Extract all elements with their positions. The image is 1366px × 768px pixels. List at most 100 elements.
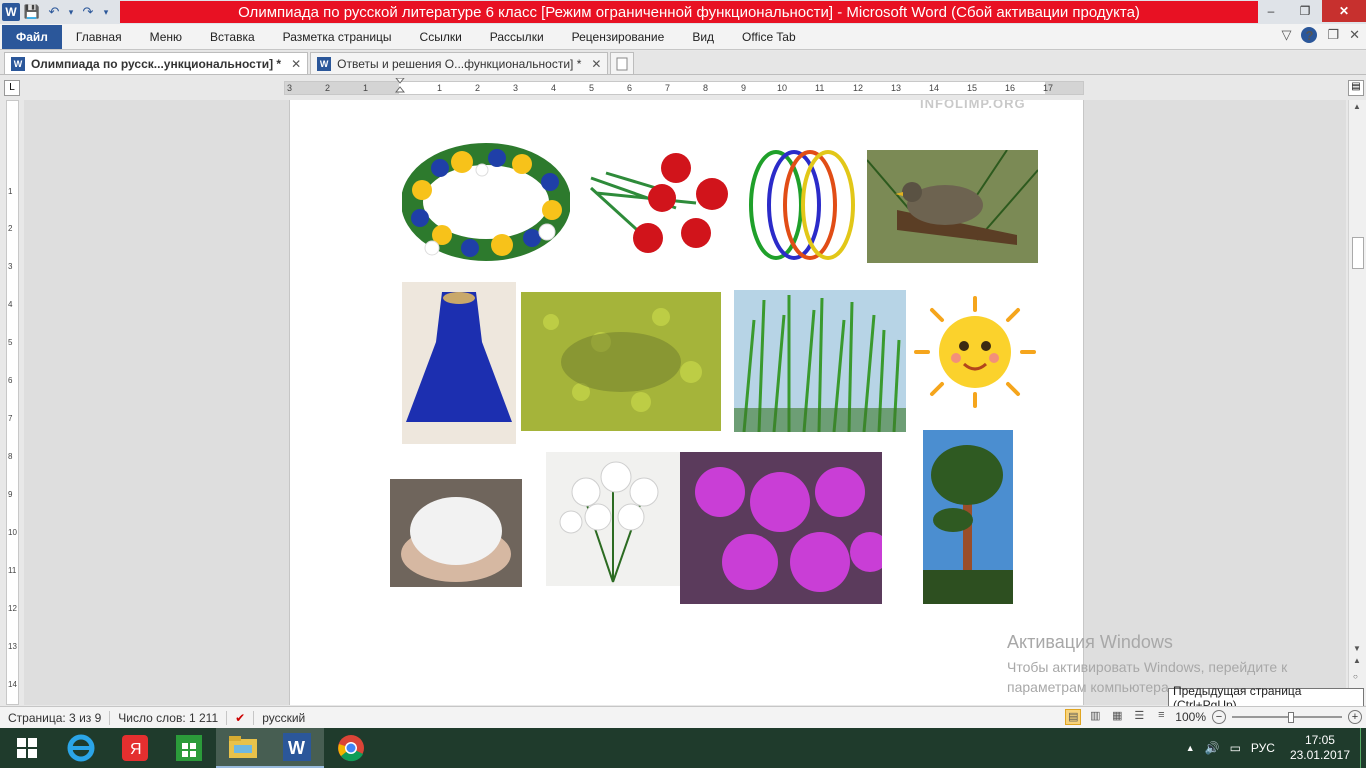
scroll-up-icon[interactable]: ▲ xyxy=(1353,102,1361,111)
vertical-scrollbar[interactable]: ▲ ▼ ▲ ○ ▼ xyxy=(1348,100,1366,705)
word-count[interactable]: Число слов: 1 211 xyxy=(110,711,226,725)
ruler-number: 12 xyxy=(8,604,17,613)
duckweed-pond-image[interactable] xyxy=(521,292,721,431)
reading-mode-icon[interactable]: ▥ xyxy=(1087,709,1103,725)
ruler-number: 3 xyxy=(513,83,519,93)
tab-office-tab[interactable]: Office Tab xyxy=(728,25,810,49)
taskbar: Я W ▲ 🔊 ▭ РУС 17:05 23.01.2017 xyxy=(0,728,1366,768)
lily-bouquet-image[interactable] xyxy=(546,452,680,586)
undo-icon[interactable]: ↶ xyxy=(44,2,64,22)
tab-file[interactable]: Файл xyxy=(2,24,62,49)
zoom-in-button[interactable]: + xyxy=(1348,710,1362,724)
chrome-icon xyxy=(338,735,364,762)
tab-references[interactable]: Ссылки xyxy=(406,25,476,49)
ribbon-tabs: Файл Главная Меню Вставка Разметка стран… xyxy=(0,24,1366,50)
rhododendron-image[interactable] xyxy=(680,452,882,604)
doc-restore-icon[interactable]: ❐ xyxy=(1327,27,1339,43)
tab-mailings[interactable]: Рассылки xyxy=(476,25,558,49)
horizontal-ruler[interactable]: 3 2 1 1 2 3 4 5 6 7 8 9 10 11 12 13 14 1… xyxy=(284,78,1084,98)
ruler-number: 4 xyxy=(551,83,557,93)
close-button[interactable]: ✕ xyxy=(1322,0,1366,22)
taskbar-store[interactable] xyxy=(162,728,216,768)
undo-dropdown-icon[interactable]: ▾ xyxy=(66,2,76,22)
view-ruler-icon[interactable]: ▤ xyxy=(1348,80,1364,96)
redo-icon[interactable]: ↷ xyxy=(78,2,98,22)
proofing-icon[interactable]: ✔ xyxy=(227,711,253,725)
tab-view[interactable]: Вид xyxy=(678,25,728,49)
carnations-image[interactable] xyxy=(586,148,732,260)
pine-tree-image[interactable] xyxy=(923,430,1013,604)
ruler-number: 17 xyxy=(1043,83,1054,93)
customize-qat-icon[interactable]: ▾ xyxy=(100,2,112,22)
word-doc-icon: W xyxy=(317,56,332,71)
print-layout-icon[interactable]: ▤ xyxy=(1065,709,1082,725)
ruler-number: 14 xyxy=(8,680,17,689)
zoom-knob[interactable] xyxy=(1288,712,1294,723)
doc-close-icon[interactable]: ✕ xyxy=(1349,27,1360,43)
svg-text:Я: Я xyxy=(130,741,142,758)
ruler-number: 2 xyxy=(325,83,331,93)
network-icon[interactable]: ▭ xyxy=(1225,741,1246,755)
taskbar-internet-explorer[interactable] xyxy=(54,728,108,768)
blue-dress-image[interactable] xyxy=(402,282,516,444)
tab-page-layout[interactable]: Разметка страницы xyxy=(269,25,406,49)
vertical-ruler[interactable]: 1 2 3 4 5 6 7 8 9 10 11 12 13 14 xyxy=(6,100,19,705)
document-page[interactable]: INFOLIMP.ORG xyxy=(289,100,1084,705)
restore-button[interactable]: ❐ xyxy=(1288,0,1322,22)
taskbar-file-explorer[interactable] xyxy=(216,728,270,768)
start-button[interactable] xyxy=(0,728,54,768)
scroll-down-icon[interactable]: ▼ xyxy=(1353,644,1361,653)
save-icon[interactable]: 💾 xyxy=(22,2,42,22)
web-layout-icon[interactable]: ▦ xyxy=(1109,709,1125,725)
zoom-slider[interactable] xyxy=(1232,709,1342,725)
sun-image[interactable] xyxy=(912,294,1038,410)
show-desktop-button[interactable] xyxy=(1360,728,1366,768)
close-tab-icon[interactable]: ✕ xyxy=(291,57,301,71)
new-tab-button[interactable] xyxy=(610,52,635,74)
taskbar-chrome[interactable] xyxy=(324,728,378,768)
page-count[interactable]: Страница: 3 из 9 xyxy=(0,711,109,725)
word-app-icon[interactable]: W xyxy=(2,3,20,21)
tab-menu[interactable]: Меню xyxy=(136,25,196,49)
show-hidden-icons[interactable]: ▲ xyxy=(1181,743,1200,753)
cuckoo-image[interactable] xyxy=(867,150,1038,263)
previous-page-icon[interactable]: ▲ xyxy=(1353,656,1361,665)
close-tab-icon[interactable]: ✕ xyxy=(591,57,601,71)
ruler-number: 5 xyxy=(589,83,595,93)
store-icon xyxy=(176,735,202,761)
input-language[interactable]: РУС xyxy=(1246,741,1280,755)
zoom-out-button[interactable]: − xyxy=(1212,710,1226,724)
taskbar-word[interactable]: W xyxy=(270,728,324,768)
clock[interactable]: 17:05 23.01.2017 xyxy=(1280,733,1360,763)
taskbar-yandex[interactable]: Я xyxy=(108,728,162,768)
tab-selector[interactable]: L xyxy=(4,80,20,96)
volume-icon[interactable]: 🔊 xyxy=(1200,741,1225,755)
flower-wreath-image[interactable] xyxy=(402,140,570,262)
doc-tab-label: Ответы и решения О...функциональности] * xyxy=(337,56,582,71)
tab-review[interactable]: Рецензирование xyxy=(558,25,679,49)
reeds-image[interactable] xyxy=(734,290,906,432)
minimize-button[interactable]: ‒ xyxy=(1254,0,1288,22)
activation-line1: Чтобы активировать Windows, перейдите к xyxy=(1007,659,1288,675)
language-indicator[interactable]: русский xyxy=(254,711,313,725)
outline-icon[interactable]: ☰ xyxy=(1131,709,1147,725)
tab-home[interactable]: Главная xyxy=(62,25,136,49)
draft-icon[interactable]: ≡ xyxy=(1153,709,1169,725)
scrollbar-thumb[interactable] xyxy=(1352,237,1364,269)
ruler-number: 3 xyxy=(8,262,13,271)
help-icon[interactable]: ? xyxy=(1301,27,1318,43)
hoops-image[interactable] xyxy=(746,148,858,262)
ruler-number: 10 xyxy=(777,83,788,93)
fluff-in-hands-image[interactable] xyxy=(390,479,522,587)
indent-marker-icon[interactable] xyxy=(395,78,405,98)
zoom-level[interactable]: 100% xyxy=(1175,710,1206,724)
tab-insert[interactable]: Вставка xyxy=(196,25,269,49)
doc-tab-answers[interactable]: W Ответы и решения О...функциональности]… xyxy=(310,52,609,74)
ruler-number: 6 xyxy=(8,376,13,385)
ruler-number: 14 xyxy=(929,83,940,93)
browse-object-icon[interactable]: ○ xyxy=(1353,672,1358,681)
ruler-number: 1 xyxy=(363,83,369,93)
doc-tab-olympiad[interactable]: W Олимпиада по русск...ункциональности] … xyxy=(4,52,309,74)
collapse-ribbon-icon[interactable]: ▽ xyxy=(1281,27,1291,43)
ruler-number: 1 xyxy=(437,83,443,93)
